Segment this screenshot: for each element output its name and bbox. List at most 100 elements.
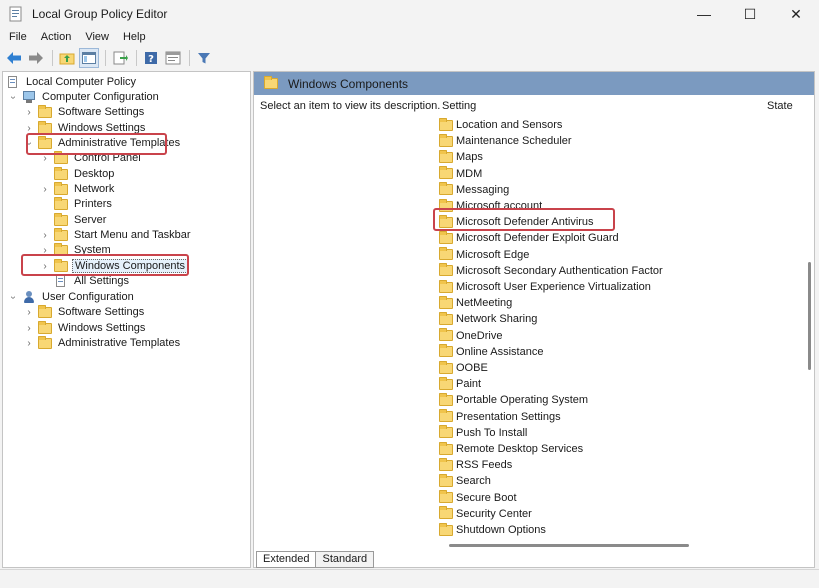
chevron-right-icon[interactable]: › bbox=[24, 338, 34, 349]
vertical-scrollbar[interactable] bbox=[805, 112, 814, 542]
up-folder-button[interactable] bbox=[57, 48, 77, 68]
settings-list-item[interactable]: Messaging bbox=[439, 182, 509, 198]
chevron-right-icon[interactable]: › bbox=[40, 245, 50, 256]
settings-list-item-label: Microsoft Defender Antivirus bbox=[456, 216, 594, 229]
details-header: Windows Components bbox=[254, 72, 814, 95]
column-header-state[interactable]: State bbox=[767, 100, 793, 112]
settings-list-item[interactable]: Search bbox=[439, 473, 491, 489]
tree-item-cc-software-settings[interactable]: › Software Settings bbox=[24, 104, 146, 120]
tree-item-local-computer-policy[interactable]: Local Computer Policy bbox=[6, 74, 138, 90]
settings-list-item-label: OOBE bbox=[456, 362, 488, 374]
menu-action[interactable]: Action bbox=[34, 31, 79, 43]
chevron-right-icon[interactable]: › bbox=[40, 230, 50, 241]
folder-icon bbox=[54, 258, 68, 272]
tree-item-computer-configuration[interactable]: › Computer Configuration bbox=[8, 89, 161, 105]
tree-item-network[interactable]: › Network bbox=[40, 181, 116, 197]
chevron-expanded-icon[interactable]: › bbox=[24, 138, 35, 148]
settings-list-item[interactable]: Secure Boot bbox=[439, 490, 517, 506]
settings-list-item[interactable]: RSS Feeds bbox=[439, 457, 512, 473]
settings-list-item[interactable]: Microsoft Secondary Authentication Facto… bbox=[439, 263, 663, 279]
close-button[interactable]: ✕ bbox=[773, 0, 819, 28]
back-button[interactable] bbox=[4, 48, 24, 68]
filter-button[interactable] bbox=[194, 48, 214, 68]
settings-list-item[interactable]: Online Assistance bbox=[439, 344, 543, 360]
tree-item-windows-components[interactable]: › Windows Components bbox=[40, 258, 189, 274]
tree-item-uc-windows-settings[interactable]: › Windows Settings bbox=[24, 320, 147, 336]
tree-item-start-menu-taskbar[interactable]: › Start Menu and Taskbar bbox=[40, 227, 193, 243]
export-list-button[interactable] bbox=[110, 48, 130, 68]
forward-button[interactable] bbox=[26, 48, 46, 68]
settings-list-item[interactable]: Microsoft User Experience Virtualization bbox=[439, 279, 651, 295]
properties-icon bbox=[165, 51, 181, 65]
folder-icon bbox=[38, 320, 52, 334]
filter-icon bbox=[198, 53, 210, 64]
properties-button[interactable] bbox=[163, 48, 183, 68]
minimize-button[interactable]: — bbox=[681, 0, 727, 28]
help-button[interactable]: ? bbox=[141, 48, 161, 68]
tree-item-desktop[interactable]: › Desktop bbox=[40, 166, 116, 182]
settings-list-item-label: Push To Install bbox=[456, 426, 528, 439]
chevron-right-icon[interactable]: › bbox=[40, 153, 50, 164]
vertical-scroll-thumb[interactable] bbox=[808, 262, 811, 370]
settings-list-item[interactable]: MDM bbox=[439, 166, 482, 182]
chevron-expanded-icon[interactable]: › bbox=[8, 92, 19, 102]
chevron-right-icon[interactable]: › bbox=[40, 184, 50, 195]
tree-item-label: Administrative Templates bbox=[58, 137, 181, 149]
settings-list-item[interactable]: OOBE bbox=[439, 360, 488, 376]
tree-item-cc-windows-settings[interactable]: › Windows Settings bbox=[24, 120, 147, 136]
settings-list-item[interactable]: OneDrive bbox=[439, 328, 502, 344]
tree-item-user-configuration[interactable]: › User Configuration bbox=[8, 289, 136, 305]
tree-item-all-settings[interactable]: › All Settings bbox=[40, 273, 131, 289]
tree-item-system[interactable]: › System bbox=[40, 242, 113, 258]
tab-extended[interactable]: Extended bbox=[256, 551, 317, 568]
tree-item-uc-software-settings[interactable]: › Software Settings bbox=[24, 304, 146, 320]
chevron-right-icon[interactable]: › bbox=[24, 307, 34, 318]
settings-list-item[interactable]: Presentation Settings bbox=[439, 409, 561, 425]
settings-list-item-label: Maps bbox=[456, 151, 483, 164]
tree-item-printers[interactable]: › Printers bbox=[40, 196, 114, 212]
settings-list-item[interactable]: Location and Sensors bbox=[439, 117, 562, 133]
folder-icon bbox=[54, 166, 68, 180]
tree-item-uc-administrative-templates[interactable]: › Administrative Templates bbox=[24, 335, 182, 351]
chevron-right-icon[interactable]: › bbox=[24, 323, 34, 334]
tab-standard[interactable]: Standard bbox=[315, 551, 375, 568]
column-header-setting[interactable]: Setting bbox=[442, 100, 476, 112]
chevron-right-icon[interactable]: › bbox=[24, 107, 34, 118]
menu-file[interactable]: File bbox=[0, 31, 34, 43]
settings-list-item[interactable]: Microsoft account bbox=[439, 198, 542, 214]
settings-list-item[interactable]: Microsoft Defender Antivirus bbox=[439, 214, 594, 230]
settings-list-item[interactable]: Shutdown Options bbox=[439, 522, 546, 538]
settings-list-item[interactable]: Maintenance Scheduler bbox=[439, 133, 572, 149]
settings-list-item[interactable]: Paint bbox=[439, 376, 481, 392]
horizontal-scroll-thumb[interactable] bbox=[449, 544, 689, 547]
settings-list-item[interactable]: Remote Desktop Services bbox=[439, 441, 583, 457]
toolbar-separator bbox=[136, 50, 137, 66]
chevron-expanded-icon[interactable]: › bbox=[8, 292, 19, 302]
up-folder-icon bbox=[59, 53, 75, 65]
folder-icon bbox=[439, 166, 453, 180]
menu-view[interactable]: View bbox=[78, 31, 116, 43]
folder-icon bbox=[439, 344, 453, 358]
settings-list-item[interactable]: NetMeeting bbox=[439, 295, 512, 311]
settings-list-item[interactable]: Microsoft Edge bbox=[439, 247, 529, 263]
show-hide-tree-button[interactable] bbox=[79, 48, 99, 68]
settings-list-item[interactable]: Security Center bbox=[439, 506, 532, 522]
chevron-right-icon[interactable]: › bbox=[40, 261, 50, 272]
settings-list-item[interactable]: Push To Install bbox=[439, 425, 527, 441]
show-hide-tree-icon bbox=[82, 52, 96, 64]
settings-list-item[interactable]: Network Sharing bbox=[439, 311, 537, 327]
chevron-right-icon[interactable]: › bbox=[24, 123, 34, 134]
settings-list-item[interactable]: Maps bbox=[439, 149, 483, 165]
folder-icon bbox=[439, 328, 453, 342]
settings-list-item[interactable]: Microsoft Defender Exploit Guard bbox=[439, 230, 619, 246]
folder-icon bbox=[54, 227, 68, 241]
settings-list-item-label: Secure Boot bbox=[456, 491, 517, 504]
menu-help[interactable]: Help bbox=[116, 31, 153, 43]
tree-item-control-panel[interactable]: › Control Panel bbox=[40, 150, 143, 166]
horizontal-scrollbar[interactable] bbox=[444, 542, 804, 548]
settings-list-item[interactable]: Portable Operating System bbox=[439, 392, 588, 408]
tree-pane[interactable]: Local Computer Policy › Computer Configu… bbox=[2, 71, 251, 568]
tree-item-server[interactable]: › Server bbox=[40, 212, 108, 228]
tree-item-cc-administrative-templates[interactable]: › Administrative Templates bbox=[24, 135, 182, 151]
maximize-button[interactable]: ☐ bbox=[727, 0, 773, 28]
